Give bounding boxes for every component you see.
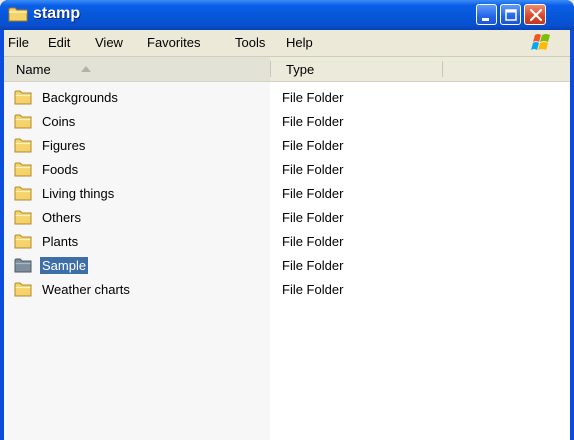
file-name: Sample [40,257,89,274]
file-name: Others [42,210,82,225]
folder-icon [14,282,32,297]
menu-help[interactable]: Help [286,35,313,50]
file-type: File Folder [282,234,344,249]
list-item[interactable]: Plants File Folder [4,231,564,255]
file-type: File Folder [282,162,344,177]
file-name: Figures [42,138,86,153]
folder-icon [8,7,28,22]
menu-edit[interactable]: Edit [48,35,70,50]
minimize-button[interactable] [476,4,497,25]
file-type: File Folder [282,90,344,105]
sort-ascending-icon [81,66,91,72]
list-item[interactable]: Figures File Folder [4,135,564,159]
file-name: Coins [42,114,76,129]
folder-icon [14,210,32,225]
close-button[interactable] [524,4,546,25]
explorer-window: stamp File Edit View Favorites Tools Hel… [0,0,574,440]
column-divider[interactable] [270,61,271,77]
menu-file[interactable]: File [8,35,29,50]
file-type: File Folder [282,186,344,201]
folder-icon [14,258,32,273]
list-item[interactable]: Living things File Folder [4,183,564,207]
column-header-type-label: Type [286,62,315,77]
file-name: Plants [42,234,79,249]
column-header-name[interactable]: Name [4,57,270,81]
file-list[interactable]: Name Type Backgrounds File Folder Coins … [4,57,570,440]
folder-icon [14,234,32,249]
minimize-icon [482,18,489,21]
column-header-type[interactable]: Type [272,57,442,81]
folder-icon [14,90,32,105]
list-item[interactable]: Foods File Folder [4,159,564,183]
column-divider[interactable] [442,61,443,77]
file-type: File Folder [282,210,344,225]
file-name: Weather charts [42,282,130,297]
windows-logo-icon [531,34,550,50]
list-item[interactable]: Others File Folder [4,207,564,231]
file-type: File Folder [282,258,344,273]
folder-icon [14,162,32,177]
title-bar[interactable]: stamp [0,0,574,30]
file-type: File Folder [282,138,344,153]
file-name: Backgrounds [42,90,118,105]
folder-icon [14,186,32,201]
menu-favorites[interactable]: Favorites [147,35,200,50]
column-header-bar: Name Type [4,57,570,82]
file-name: Living things [42,186,115,201]
menu-tools[interactable]: Tools [235,35,265,50]
folder-icon [14,138,32,153]
column-header-name-label: Name [16,62,51,77]
window-client: File Edit View Favorites Tools Help Name [4,30,570,440]
list-item[interactable]: Coins File Folder [4,111,564,135]
menu-view[interactable]: View [95,35,123,50]
list-item-selected[interactable]: Sample File Folder [4,255,564,279]
list-item[interactable]: Backgrounds File Folder [4,87,564,111]
file-type: File Folder [282,282,344,297]
maximize-icon [505,9,517,21]
file-name: Foods [42,162,79,177]
window-title: stamp [33,5,81,22]
folder-icon [14,114,32,129]
file-type: File Folder [282,114,344,129]
list-item[interactable]: Weather charts File Folder [4,279,564,303]
maximize-button[interactable] [500,4,521,25]
close-icon [529,8,543,22]
menu-bar: File Edit View Favorites Tools Help [4,30,570,57]
